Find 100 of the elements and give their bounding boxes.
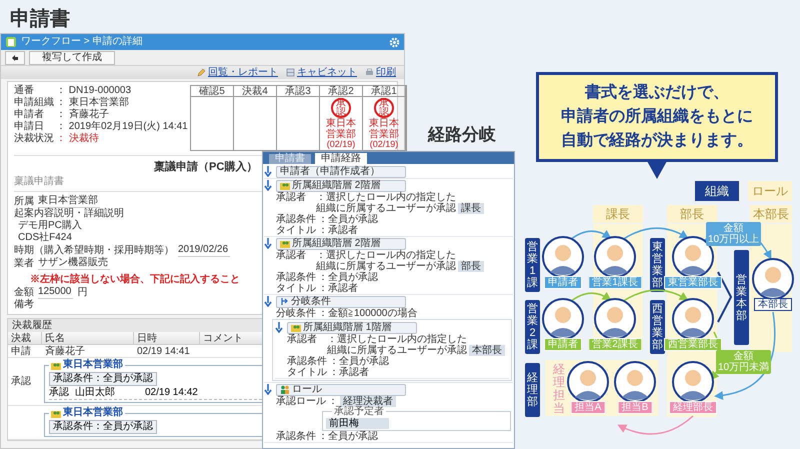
field-value: ： [328,396,338,407]
person-label: 申請者 [544,338,582,351]
field-value: ：選択したロール内の指定した組織に所属するユーザーが承認 [316,192,456,214]
toolbar-link[interactable]: キャビネット [286,66,357,78]
stamp-date: (02/19) [326,140,356,149]
group-icon [291,323,301,332]
person-avatar-icon [614,361,656,403]
field-label: 承認者 [276,250,307,263]
field-value: ： DN19-000003 [56,85,132,96]
page-title: 申請書 [10,7,70,32]
value-chip: 本部長 [469,345,505,356]
step-title: 所属組織階層 1階層 [303,322,392,333]
stamp-org: 東日本営業部 [325,118,357,140]
role-header: 部長 [667,205,717,223]
condition-badge: 金額 10万円未満 [716,350,771,374]
table-cell-text: 申請 [10,345,32,358]
person-label: 本部長 [754,298,792,311]
field-value: ： 斉藤花子 [56,109,109,121]
note-text: ※左枠に該当しない場合、下記に記入すること [30,274,240,285]
section-title: 決裁履歴 [12,320,52,332]
field-value: サザン機器販売 [38,257,110,270]
settings-icon[interactable] [389,36,400,48]
down-arrow-icon [275,322,283,333]
column-header: 決裁 [8,332,42,345]
value-chip: 課長 [458,203,484,214]
column-header: 承認3 [277,86,319,97]
column-header: 決裁4 [234,86,276,97]
column-header: 氏名 [42,332,134,345]
flow-arrow [622,290,689,303]
breadcrumb: ワークフロー > 申請の詳細 [21,36,142,48]
field-value: ：承認者 [318,283,358,294]
toolbar-link[interactable]: 印刷 [365,66,396,78]
org-label: 営業2課 [525,300,540,354]
field-label: 承認者 [287,334,318,347]
pencil-icon [197,68,206,77]
field-value: 125000 [38,286,74,299]
field-label: 承認条件 [276,431,317,442]
flow-arrow [622,228,689,241]
table-cell-text: 山田太郎 [75,387,116,399]
cabinet-icon [286,68,295,77]
field-label: 時期（購入希望時期・採用時期等） [14,244,174,256]
field-label: 通番 [14,85,35,96]
group-name: 東日本営業部 [63,407,123,419]
person-avatar-icon [594,298,636,340]
back-button[interactable] [5,50,25,64]
value-chip: 部長 [458,261,484,272]
value-chip: 前田梅 [326,418,389,429]
column-header: 確認5 [191,86,233,97]
person-label: 営業2課長 [588,338,642,351]
legend-label: 組織 [695,181,739,201]
person-avatar-icon [672,361,714,403]
chevron-icon [717,272,732,322]
stamp-date: (02/19) [370,140,398,149]
value-chip: 経理決裁者 [340,396,396,407]
field-label: 承認条件 [276,272,317,283]
group-icon [51,360,61,370]
person-label: 経理部長 [669,401,717,414]
field-label: 承認者 [276,192,307,205]
field-label: 承認ロール [276,396,327,407]
section-label: 備考 [14,299,34,311]
tab[interactable]: 申請経路 [315,153,367,164]
people-icon [280,385,290,394]
field-value: ：全員が承認 [318,214,378,225]
field-value: ：選択したロール内の指定した組織に所属するユーザーが承認 [316,250,456,272]
form-title: 稟議申請（PC購入） [154,160,258,174]
group-name: 東日本営業部 [63,359,123,371]
person-avatar-icon [567,361,609,403]
group-icon [51,408,61,418]
person-label: 東営業部長 [664,276,722,289]
person-avatar-icon [752,258,794,300]
field-label: タイトル [287,367,328,378]
field-label: 承認条件 [287,356,328,367]
printer-icon [365,68,374,77]
role-header: 課長 [593,205,643,223]
group-icon [280,181,290,190]
field-label: 業者 [14,258,34,270]
group-label: 経理担当 [553,363,565,415]
callout-text: 書式を選ぶだけで、 申請者の所属組織をもとに 自動で経路が決まります。 [561,82,753,151]
back-arrow-icon [11,54,19,62]
section-heading: 経路分岐 [428,124,496,146]
role-header: 本部長 [750,205,792,223]
section-label: 起案内容説明・詳細説明 [14,208,124,220]
step-title: 分岐条件 [291,296,331,307]
field-value: 2019/02/26 [178,244,230,257]
condition-label: 承認条件：全員が承認 [49,420,157,434]
down-arrow-icon [264,238,272,249]
group-icon [280,239,290,248]
field-label: 決裁状況 [14,133,55,145]
toolbar-link[interactable]: 回覧・レポート [197,66,278,78]
down-arrow-icon [264,166,272,177]
group-legend: 承認予定者 [332,406,386,417]
table-cell-text: 承認 [49,387,70,399]
condition-badge: 金額 10万円以上 [706,222,761,246]
down-arrow-icon [264,384,272,395]
copy-create-button[interactable]: 複写して作成 [29,50,115,64]
condition-label: 承認条件：全員が承認 [49,372,157,386]
field-label: 申請者 [14,109,45,120]
table-cell: 02/19 14:42 [145,387,198,399]
person-label: 営業1課長 [588,276,642,289]
field-label: 所属 [14,196,34,208]
